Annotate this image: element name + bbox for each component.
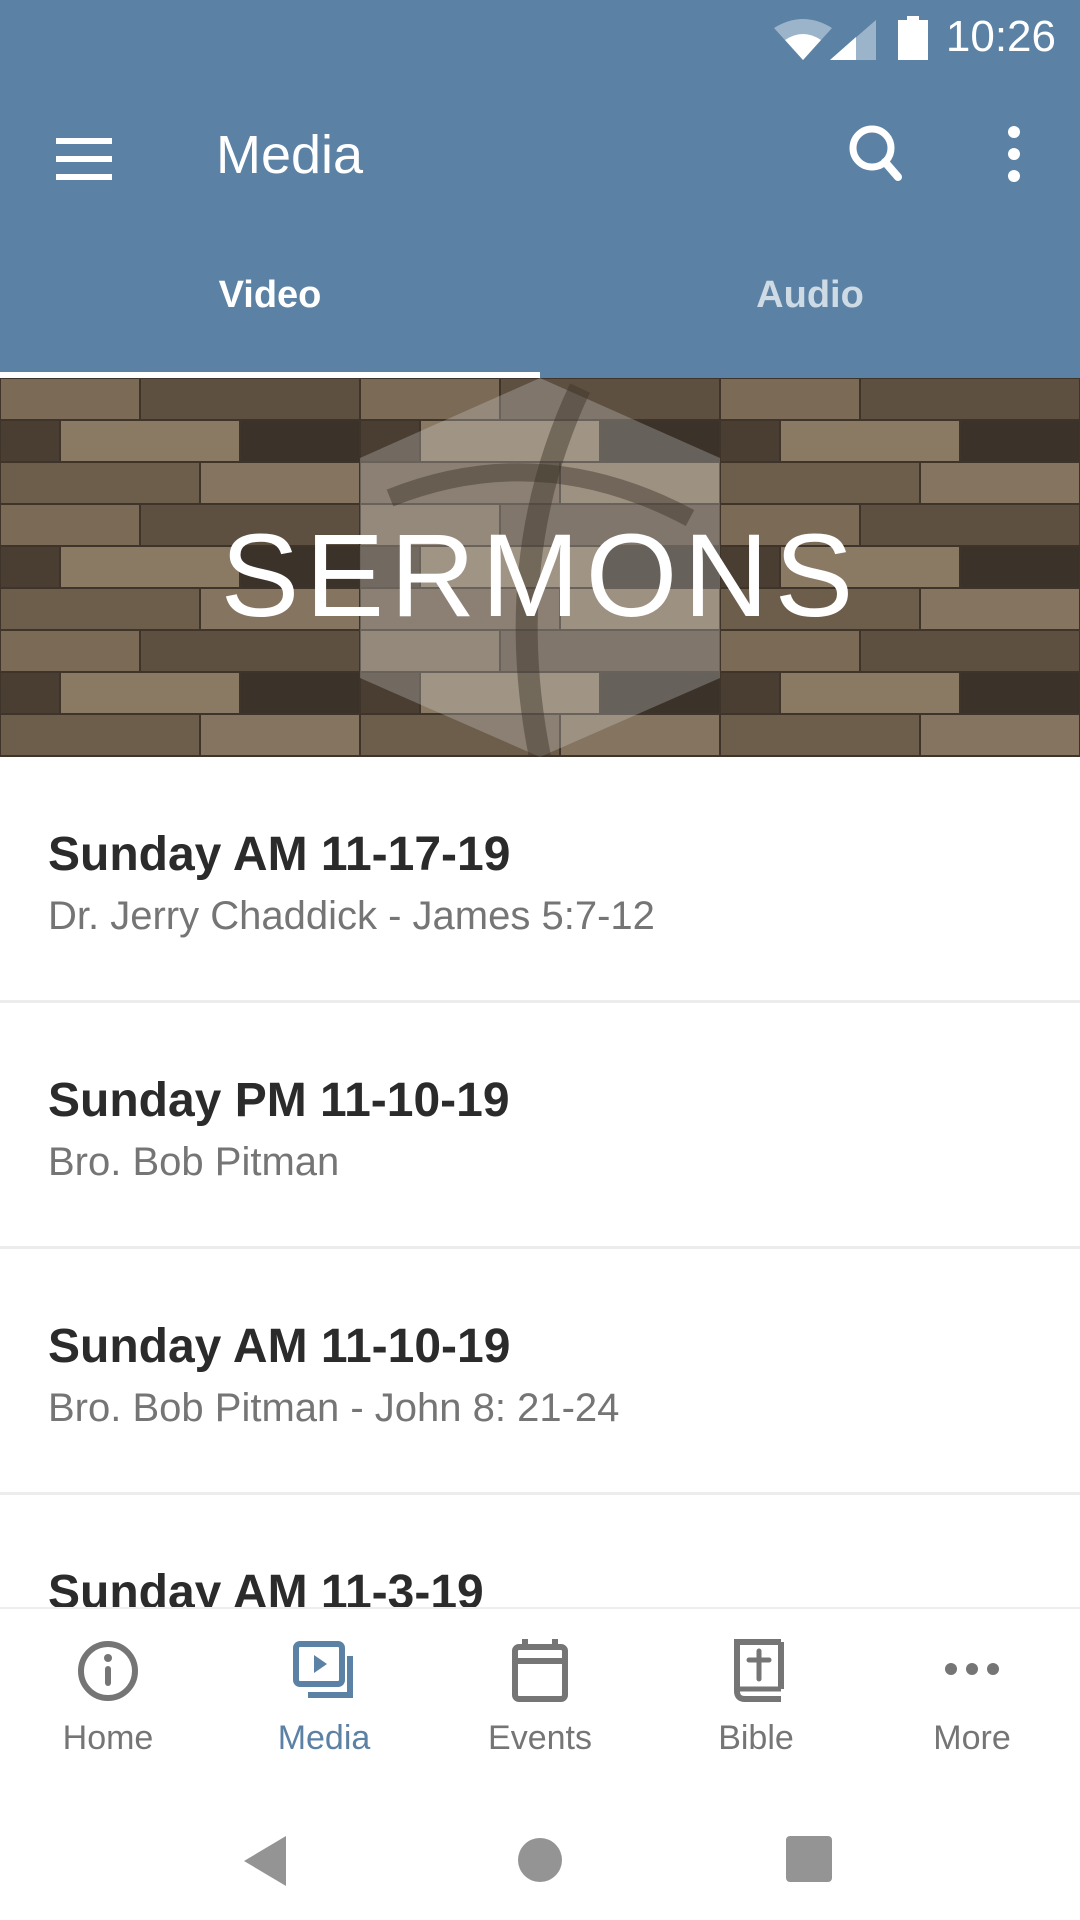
cell-signal-icon: [830, 20, 876, 60]
sermons-banner: SERMONS: [0, 378, 1080, 757]
nav-label: Bible: [718, 1719, 794, 1757]
list-item[interactable]: Sunday AM 11-10-19 Bro. Bob Pitman - Joh…: [0, 1249, 1080, 1495]
media-screen: 10:26 Media Video Audio SERMONS Sunday A…: [0, 0, 1080, 1920]
menu-icon-bar: [56, 156, 112, 162]
nav-label: More: [933, 1719, 1011, 1757]
search-icon[interactable]: [840, 118, 912, 190]
tab-label: Video: [218, 273, 322, 316]
status-time: 10:26: [945, 12, 1056, 61]
info-icon: [78, 1641, 138, 1701]
banner-title: SERMONS: [220, 510, 860, 642]
menu-button[interactable]: [40, 124, 130, 190]
system-navigation-bar: [0, 1780, 1080, 1920]
tab-label: Audio: [756, 273, 864, 316]
back-icon[interactable]: [244, 1836, 288, 1886]
nav-bible[interactable]: Bible: [648, 1609, 864, 1780]
list-item[interactable]: Sunday AM 11-3-19: [0, 1495, 1080, 1607]
list-item[interactable]: Sunday PM 11-10-19 Bro. Bob Pitman: [0, 1003, 1080, 1249]
wifi-icon: [774, 19, 832, 60]
nav-label: Media: [277, 1719, 371, 1757]
menu-icon-bar: [56, 174, 112, 180]
more-horiz-icon: [945, 1663, 999, 1675]
menu-icon-bar: [56, 138, 112, 144]
sermon-title: Sunday AM 11-3-19: [48, 1566, 484, 1607]
sermon-subtitle: Bro. Bob Pitman: [48, 1140, 340, 1184]
tab-video[interactable]: Video: [0, 234, 540, 378]
nav-label: Home: [62, 1719, 154, 1757]
bottom-navigation: Home Media Events Bible More: [0, 1607, 1080, 1780]
sermon-subtitle: Bro. Bob Pitman - John 8: 21-24: [48, 1386, 620, 1430]
tab-audio[interactable]: Audio: [540, 234, 1080, 378]
nav-more[interactable]: More: [864, 1609, 1080, 1780]
video-library-icon: [293, 1641, 353, 1698]
media-tabs: Video Audio: [0, 234, 1080, 378]
nav-home[interactable]: Home: [0, 1609, 216, 1780]
bible-icon: [734, 1639, 784, 1702]
nav-events[interactable]: Events: [432, 1609, 648, 1780]
nav-media[interactable]: Media: [216, 1609, 432, 1780]
nav-label: Events: [488, 1719, 592, 1757]
list-item[interactable]: Sunday AM 11-17-19 Dr. Jerry Chaddick - …: [0, 757, 1080, 1003]
recents-icon[interactable]: [786, 1836, 832, 1882]
calendar-icon: [512, 1639, 568, 1702]
sermon-subtitle: Dr. Jerry Chaddick - James 5:7-12: [48, 894, 655, 938]
home-icon[interactable]: [518, 1838, 562, 1882]
app-bar: 10:26 Media Video Audio: [0, 0, 1080, 378]
battery-icon: [898, 16, 928, 60]
sermon-list[interactable]: Sunday AM 11-17-19 Dr. Jerry Chaddick - …: [0, 757, 1080, 1607]
sermon-title: Sunday AM 11-17-19: [48, 828, 511, 881]
sermon-title: Sunday AM 11-10-19: [48, 1320, 511, 1373]
status-bar: 10:26: [0, 0, 1080, 78]
more-vert-icon[interactable]: [990, 118, 1038, 190]
toolbar: Media: [0, 78, 1080, 234]
sermon-title: Sunday PM 11-10-19: [48, 1074, 510, 1127]
page-title: Media: [216, 125, 364, 185]
